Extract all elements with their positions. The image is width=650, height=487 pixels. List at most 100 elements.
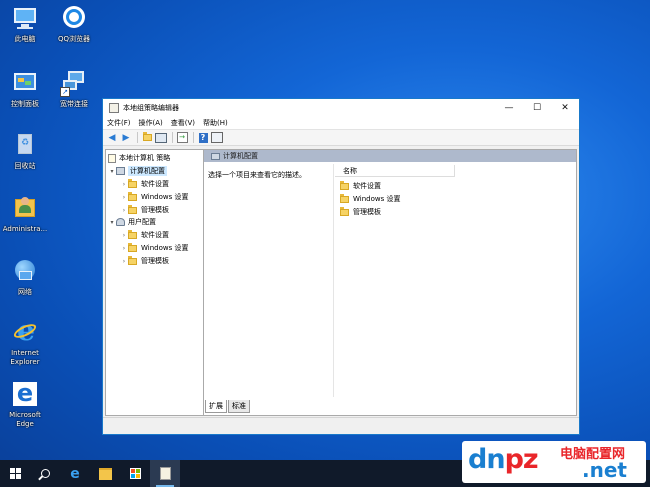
title-bar[interactable]: 本地组策略编辑器 — ☐ ✕ xyxy=(103,99,579,116)
tree-root[interactable]: 本地计算机 策略 xyxy=(108,152,170,164)
folder-icon xyxy=(128,191,137,201)
taskbar-group-policy-editor[interactable] xyxy=(150,460,180,487)
forward-icon[interactable]: ▶ xyxy=(120,132,132,143)
tree-item-label: 管理模板 xyxy=(141,257,169,265)
computer-config-icon xyxy=(211,152,220,160)
chevron-down-icon[interactable]: ▾ xyxy=(108,219,116,226)
chevron-right-icon[interactable]: › xyxy=(120,181,128,188)
help-icon[interactable]: ? xyxy=(197,132,209,143)
tree-item-admin-templates[interactable]: › 管理模板 xyxy=(120,204,169,216)
list-item[interactable]: Windows 设置 xyxy=(340,193,400,205)
policy-doc-icon xyxy=(108,153,116,163)
tree-computer-config[interactable]: ▾ 计算机配置 xyxy=(108,165,167,177)
chevron-right-icon[interactable]: › xyxy=(120,232,128,239)
minimize-button[interactable]: — xyxy=(495,99,523,116)
desktop-icon-label: Administra... xyxy=(2,225,48,233)
desktop-icon-label: 控制面板 xyxy=(11,100,39,108)
file-explorer-icon xyxy=(98,467,112,480)
chevron-right-icon[interactable]: › xyxy=(120,194,128,201)
search-button[interactable] xyxy=(30,460,60,487)
tab-standard[interactable]: 标准 xyxy=(228,400,250,413)
back-icon[interactable]: ◀ xyxy=(106,132,118,143)
watermark-dnpz: dnpz xyxy=(468,444,539,475)
list-item[interactable]: 管理模板 xyxy=(340,206,381,218)
tree-user-config[interactable]: ▾ 用户配置 xyxy=(108,216,156,228)
export-list-icon[interactable]: → xyxy=(176,132,188,143)
tree-root-label: 本地计算机 策略 xyxy=(119,154,171,162)
desktop-icon-edge[interactable]: e Microsoft Edge xyxy=(3,380,47,429)
desktop-icon-control-panel[interactable]: 控制面板 xyxy=(3,69,47,109)
properties-icon[interactable] xyxy=(211,132,223,143)
column-header-name[interactable]: 名称 xyxy=(335,165,455,177)
desktop-icon-administrator[interactable]: Administra... xyxy=(1,194,49,234)
taskbar-edge[interactable]: e xyxy=(60,460,90,487)
windows-logo-icon xyxy=(9,468,21,479)
up-folder-icon[interactable] xyxy=(141,132,153,143)
chevron-right-icon[interactable]: › xyxy=(120,245,128,252)
desktop-icon-network[interactable]: 网络 xyxy=(3,257,47,297)
control-panel-icon xyxy=(11,69,39,97)
watermark-domain: .net xyxy=(582,458,627,482)
folder-icon xyxy=(128,178,137,188)
folder-icon xyxy=(128,242,137,252)
menu-file[interactable]: 文件(F) xyxy=(107,118,131,128)
desktop-icon-broadband[interactable]: ↗ 宽带连接 xyxy=(52,69,96,109)
broadband-icon: ↗ xyxy=(60,69,88,97)
tree-user-config-label: 用户配置 xyxy=(128,218,156,226)
tree-item-label: Windows 设置 xyxy=(141,193,189,201)
desktop-icon-label: Internet Explorer xyxy=(10,349,40,366)
menu-help[interactable]: 帮助(H) xyxy=(203,118,228,128)
app-icon xyxy=(109,102,119,113)
desktop-icon-label: 回收站 xyxy=(14,162,36,170)
toolbar-separator xyxy=(193,132,194,143)
details-header: 计算机配置 xyxy=(204,150,576,162)
folder-icon xyxy=(128,229,137,239)
taskbar-store[interactable] xyxy=(120,460,150,487)
console-content: 本地计算机 策略 ▾ 计算机配置 › 软件设置 › Windows 设置 › 管… xyxy=(105,149,577,416)
tree-item-admin-templates[interactable]: › 管理模板 xyxy=(120,255,169,267)
tree-item-software-settings[interactable]: › 软件设置 xyxy=(120,229,169,241)
chevron-right-icon[interactable]: › xyxy=(120,258,128,265)
chevron-down-icon[interactable]: ▾ xyxy=(108,168,116,175)
tree-item-label: 管理模板 xyxy=(141,206,169,214)
list-item[interactable]: 软件设置 xyxy=(340,180,381,192)
desktop-icon-recycle-bin[interactable]: ♻ 回收站 xyxy=(3,131,47,171)
tab-extended[interactable]: 扩展 xyxy=(205,400,227,413)
start-button[interactable] xyxy=(0,460,30,487)
toolbar: ◀ ▶ → ? xyxy=(103,130,579,146)
desktop-icon-ie[interactable]: e Internet Explorer xyxy=(3,317,47,367)
desktop-icon-qq-browser[interactable]: QQ浏览器 xyxy=(52,4,96,44)
tree-computer-config-label: 计算机配置 xyxy=(128,166,167,176)
tree-pane: 本地计算机 策略 ▾ 计算机配置 › 软件设置 › Windows 设置 › 管… xyxy=(106,150,204,415)
edge-icon: e xyxy=(11,380,39,408)
taskbar-file-explorer[interactable] xyxy=(90,460,120,487)
desktop-icon-this-pc[interactable]: 此电脑 xyxy=(3,4,47,44)
network-icon xyxy=(11,257,39,285)
close-button[interactable]: ✕ xyxy=(551,99,579,116)
details-pane: 计算机配置 选择一个项目来查看它的描述。 名称 软件设置 Windows 设置 … xyxy=(204,150,576,415)
tree-item-windows-settings[interactable]: › Windows 设置 xyxy=(120,242,188,254)
desktop-icon-label: QQ浏览器 xyxy=(57,35,91,43)
folder-icon xyxy=(340,206,349,216)
desktop-icon-label: 网络 xyxy=(18,288,32,296)
folder-icon xyxy=(340,193,349,203)
maximize-button[interactable]: ☐ xyxy=(523,99,551,116)
chevron-right-icon[interactable]: › xyxy=(120,207,128,214)
tree-item-software-settings[interactable]: › 软件设置 xyxy=(120,178,169,190)
toolbar-separator xyxy=(172,132,173,143)
view-tabs: 扩展 标准 xyxy=(205,400,251,413)
tree-item-windows-settings[interactable]: › Windows 设置 xyxy=(120,191,188,203)
desktop-icon-label: 此电脑 xyxy=(14,35,36,43)
details-header-title: 计算机配置 xyxy=(223,152,258,160)
edge-icon: e xyxy=(70,465,80,482)
show-hide-tree-icon[interactable] xyxy=(155,132,167,143)
computer-config-icon xyxy=(116,167,125,175)
desktop-icon-label: Microsoft Edge xyxy=(9,411,41,428)
menu-view[interactable]: 查看(V) xyxy=(171,118,195,128)
desktop-icon-label: 宽带连接 xyxy=(60,100,88,108)
menu-action[interactable]: 操作(A) xyxy=(139,118,163,128)
ie-icon: e xyxy=(11,317,39,346)
folder-icon xyxy=(340,180,349,190)
search-icon xyxy=(37,469,50,481)
store-icon xyxy=(129,468,141,479)
